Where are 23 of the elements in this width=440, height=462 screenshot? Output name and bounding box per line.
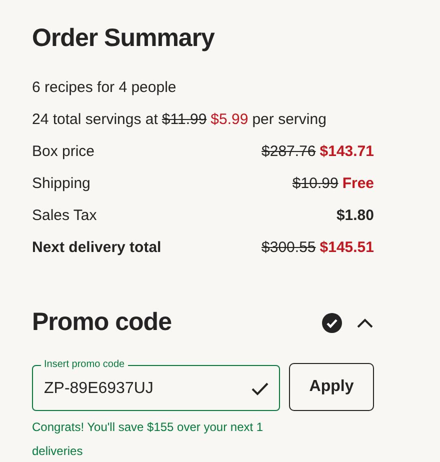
promo-code-field[interactable]: Insert promo code ZP-89E6937UJ [32,358,280,411]
apply-button[interactable]: Apply [289,363,374,411]
servings-text: per serving [252,110,326,130]
price: Free [342,174,374,194]
price: $145.51 [320,238,374,258]
promo-code-input[interactable]: ZP-89E6937UJ [44,380,251,398]
chevron-icon[interactable] [356,316,374,328]
row-label: Shipping [32,174,90,194]
original-price: $287.76 [262,142,316,162]
original-price: $300.55 [262,238,316,258]
row-label: Next delivery total [32,238,162,258]
recipes-text: 6 recipes for 4 people [32,78,178,98]
order-summary-title: Order Summary [32,23,216,54]
original-price: $11.99 [162,110,207,130]
servings-text: 24 total servings at [32,110,158,130]
original-price: $10.99 [292,174,338,194]
row-label: Sales Tax [32,206,97,226]
success-message: Congrats! You'll save $155 over your next 1 deliveries [32,419,264,460]
price: $143.71 [320,142,374,162]
promo-code-title: Promo code [32,308,172,337]
row-label: Box price [32,142,95,162]
price: $1.80 [336,206,374,226]
sale-price: $5.99 [210,110,248,130]
